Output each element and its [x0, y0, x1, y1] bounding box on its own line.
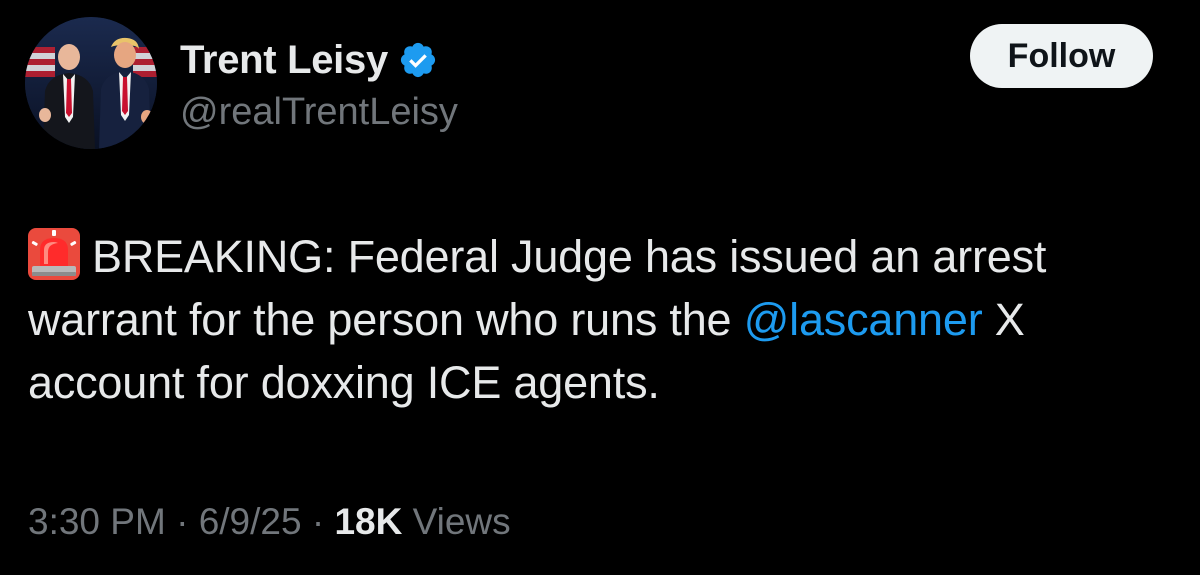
views-count: 18K [334, 501, 403, 542]
avatar-image [25, 17, 157, 149]
views-label: Views [402, 501, 511, 542]
author-handle[interactable]: @realTrentLeisy [180, 91, 458, 134]
meta-separator: · [165, 501, 199, 542]
tweet-meta: 3:30 PM · 6/9/25 · 18K Views [28, 500, 511, 544]
author-avatar[interactable] [25, 17, 157, 149]
mention-link[interactable]: @lascanner [744, 294, 983, 345]
tweet-card: Trent Leisy @realTrentLeisy Follow BREAK… [0, 0, 1200, 575]
police-siren-icon [28, 228, 80, 280]
author-display-name[interactable]: Trent Leisy [180, 40, 388, 80]
tweet-text: BREAKING: Federal Judge has issued an ar… [28, 225, 1178, 414]
follow-button[interactable]: Follow [970, 24, 1153, 88]
meta-separator: · [301, 501, 335, 542]
verified-badge-icon [398, 40, 438, 80]
tweet-time[interactable]: 3:30 PM [28, 501, 166, 542]
tweet-date[interactable]: 6/9/25 [199, 501, 302, 542]
author-name-row: Trent Leisy [180, 30, 438, 90]
